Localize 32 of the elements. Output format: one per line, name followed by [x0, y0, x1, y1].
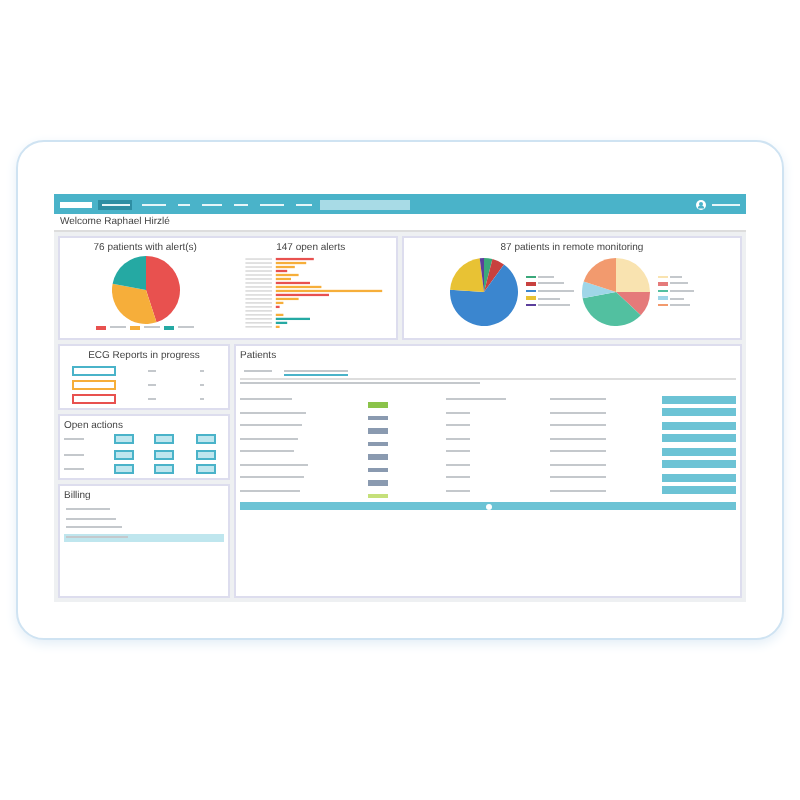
status-pill[interactable]	[72, 365, 116, 375]
action-button[interactable]	[661, 460, 736, 469]
count-chip[interactable]	[154, 434, 175, 444]
tab[interactable]	[244, 368, 272, 374]
count-chip[interactable]	[195, 449, 216, 459]
logo-mark[interactable]	[60, 201, 92, 207]
nav-tab[interactable]	[292, 199, 314, 209]
action-button[interactable]	[661, 408, 736, 417]
count-chip[interactable]	[113, 449, 134, 459]
nav-tab[interactable]	[138, 199, 168, 209]
pie-chart	[111, 256, 180, 324]
pie-chart	[450, 257, 518, 325]
count-chip[interactable]	[195, 464, 216, 474]
count-chip[interactable]	[154, 449, 175, 459]
action-button[interactable]	[661, 447, 736, 456]
count-chip[interactable]	[195, 434, 216, 444]
count-chip[interactable]	[154, 464, 175, 474]
tab[interactable]	[284, 367, 348, 375]
status-pill[interactable]	[72, 379, 116, 389]
action-button[interactable]	[661, 486, 736, 495]
count-chip[interactable]	[113, 434, 134, 444]
search-field[interactable]	[320, 199, 410, 209]
action-button[interactable]	[661, 395, 736, 404]
pie-chart	[582, 257, 650, 325]
action-button[interactable]	[661, 434, 736, 443]
status-pill[interactable]	[72, 393, 116, 403]
count-chip[interactable]	[113, 464, 134, 474]
action-button[interactable]	[661, 473, 736, 482]
nav-tab[interactable]	[98, 199, 132, 209]
action-button[interactable]	[661, 421, 736, 430]
user-avatar-icon[interactable]	[696, 199, 706, 209]
page-dot-icon[interactable]	[485, 503, 491, 509]
